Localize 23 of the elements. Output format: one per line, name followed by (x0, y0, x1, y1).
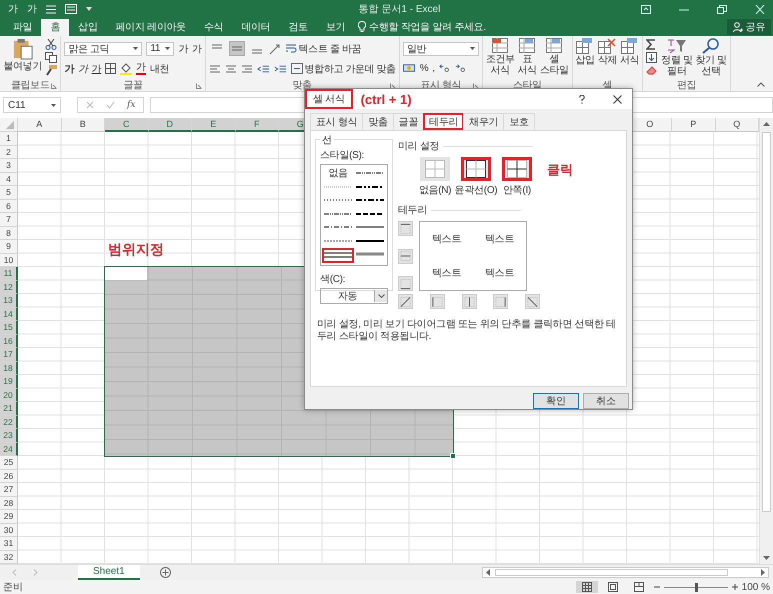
preview-text: 텍스트 (432, 267, 462, 280)
preset-label: 윤곽선(O) (454, 184, 498, 197)
description-text: 미리 설정, 미리 보기 다이어그램 또는 위의 단추를 클릭하면 선택한 테두리 스타일이 적용됩니다. (317, 319, 617, 343)
annotation-text: 범위지정 (108, 241, 164, 259)
preset-label: 없음(N) (418, 184, 452, 197)
status-text: 준비 (3, 581, 23, 594)
section-title: 미리 설정 (398, 140, 440, 153)
group-label: 글꼴 (123, 79, 143, 92)
preview-text: 텍스트 (432, 233, 462, 246)
window-title: 통합 문서1 - Excel (358, 3, 442, 16)
style-label: 스타일(S): (320, 149, 366, 162)
preset-label: 안쪽(I) (503, 184, 531, 197)
preview-text: 텍스트 (484, 233, 514, 246)
preview-text: 텍스트 (484, 267, 514, 280)
zoom-level-text: 100 % (742, 582, 770, 592)
annotation-text: (ctrl + 1) (360, 92, 413, 106)
group-title: 선 (320, 133, 334, 147)
group-label: 클립보드 (11, 79, 50, 92)
dialog-title: 셀 서식 (305, 89, 353, 109)
section-title: 테두리 (398, 204, 428, 217)
annotation-text: 클릭 (547, 161, 573, 179)
color-label: 색(C): (320, 272, 346, 286)
group-label: 편집 (676, 79, 696, 92)
